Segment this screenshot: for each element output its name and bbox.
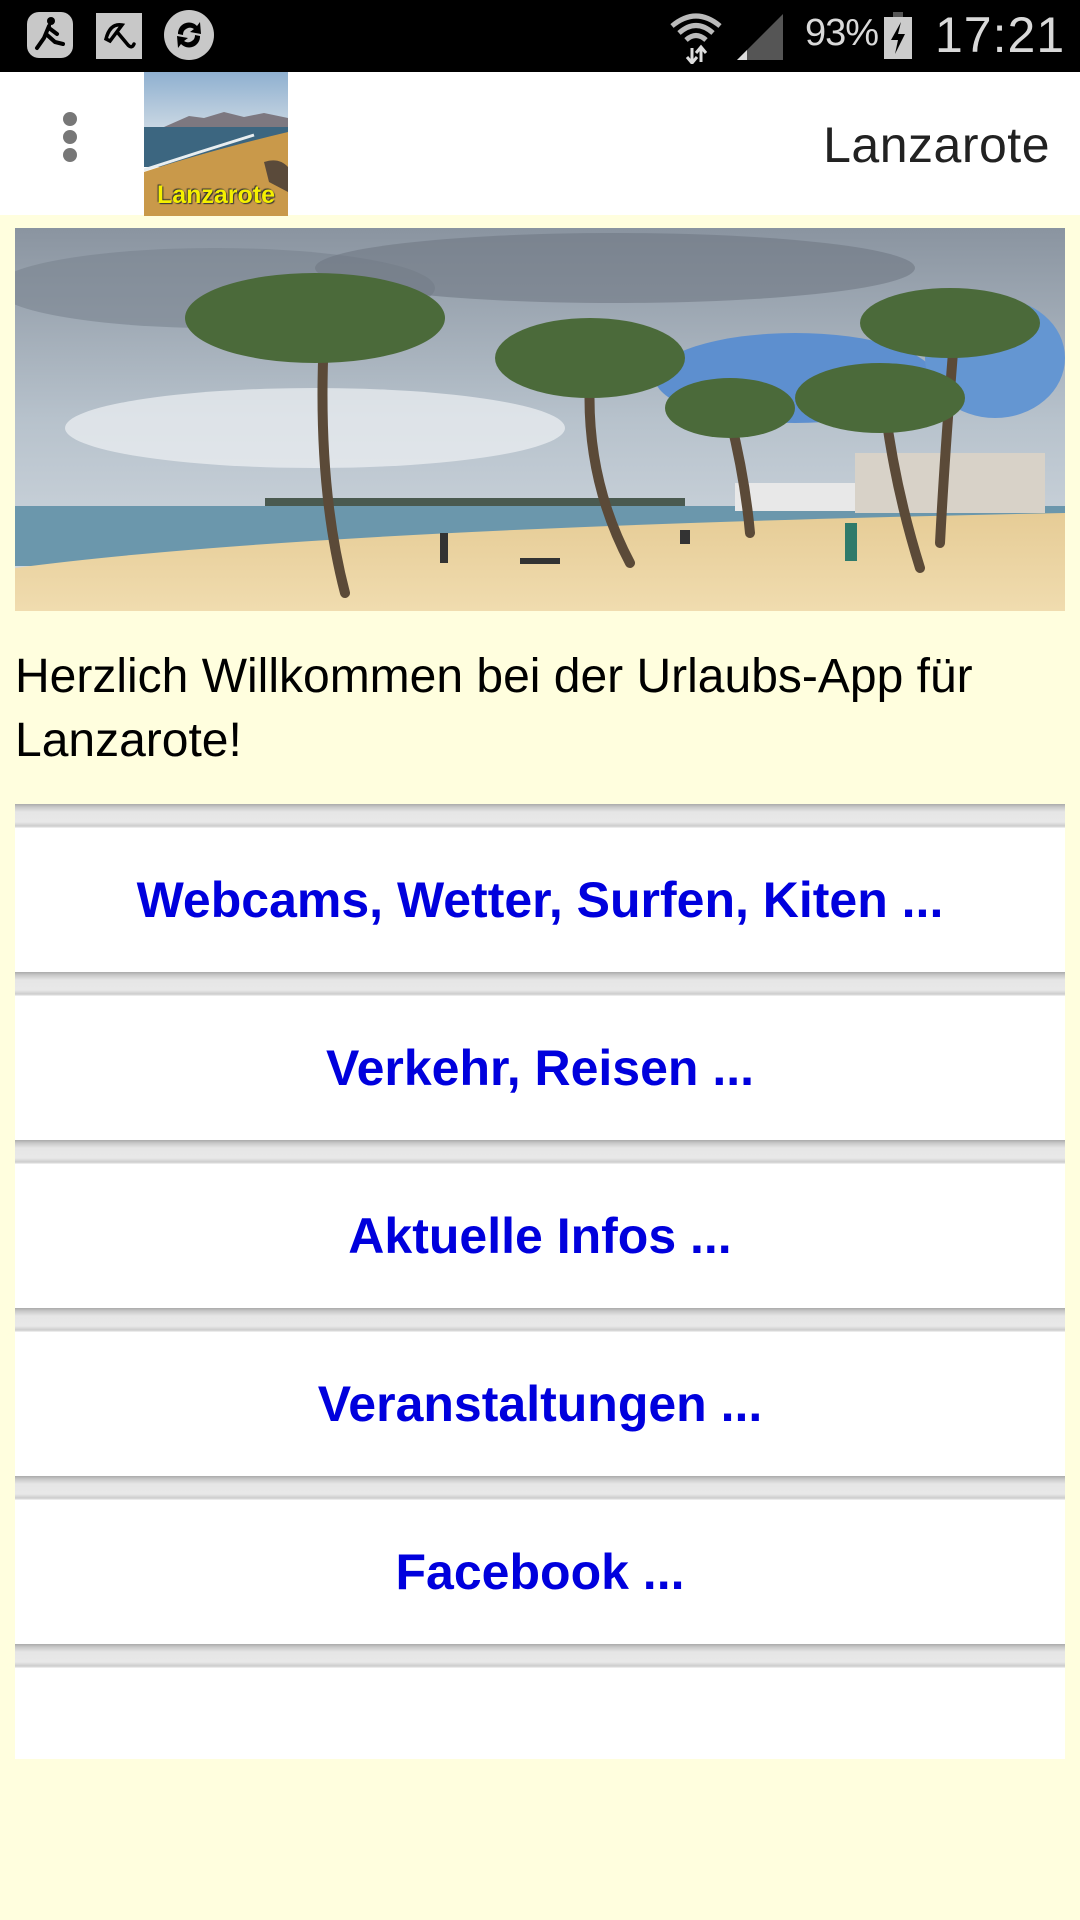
menu-item-label: Veranstaltungen ... <box>317 1376 763 1432</box>
menu-item-label: Facebook ... <box>395 1544 685 1600</box>
app-title: Lanzarote <box>823 117 1050 173</box>
menu-item-label: Aktuelle Infos ... <box>348 1208 732 1264</box>
divider <box>15 1644 1065 1668</box>
app-bar: Lanzarote Lanzarote <box>0 72 1080 216</box>
menu-item-label: Webcams, Wetter, Surfen, Kiten ... <box>136 872 944 928</box>
menu-item-verkehr[interactable]: Verkehr, Reisen ... <box>15 996 1065 1140</box>
clock: 17:21 <box>935 7 1066 63</box>
menu-item-facebook[interactable]: Facebook ... <box>15 1500 1065 1644</box>
menu-item-wo-essen[interactable]: Wo essen ... <box>15 1668 1065 1759</box>
status-bar: 93% 17:21 <box>0 0 1080 72</box>
menu-item-veranstaltungen[interactable]: Veranstaltungen ... <box>15 1332 1065 1476</box>
divider <box>15 1308 1065 1332</box>
signal-icon <box>735 14 791 60</box>
welcome-text: Herzlich Willkommen bei der Urlaubs-App … <box>15 650 973 767</box>
battery-percent: 93% <box>805 12 879 54</box>
wifi-icon <box>668 8 724 66</box>
hero-beach-image <box>15 228 1065 611</box>
overflow-menu-icon <box>50 112 90 162</box>
menu-list: Webcams, Wetter, Surfen, Kiten ... Verke… <box>15 804 1065 1759</box>
menu-item-aktuelle-infos[interactable]: Aktuelle Infos ... <box>15 1164 1065 1308</box>
battery-charging-icon <box>883 12 913 60</box>
divider <box>15 1476 1065 1500</box>
sync-icon <box>164 10 214 60</box>
divider <box>15 1140 1065 1164</box>
menu-item-label: Verkehr, Reisen ... <box>325 1040 755 1096</box>
menu-item-webcams[interactable]: Webcams, Wetter, Surfen, Kiten ... <box>15 828 1065 972</box>
divider <box>15 804 1065 828</box>
runner-app-icon <box>27 12 73 58</box>
app-logo: Lanzarote <box>144 72 288 216</box>
overflow-menu-button[interactable] <box>50 112 90 182</box>
umbrella-app-icon <box>96 13 142 59</box>
logo-text: Lanzarote <box>156 181 276 209</box>
divider <box>15 972 1065 996</box>
